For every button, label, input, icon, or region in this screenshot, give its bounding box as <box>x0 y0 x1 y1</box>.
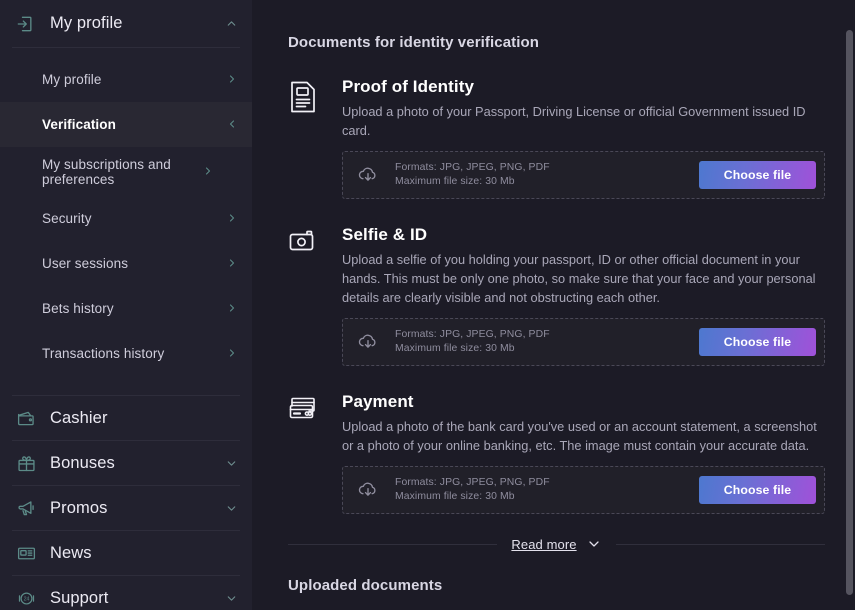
sidebar-item-news[interactable]: News <box>0 531 252 575</box>
chevron-right-icon <box>226 347 240 361</box>
read-more-row: Read more <box>288 536 825 552</box>
document-body: Payment Upload a photo of the bank card … <box>328 392 825 514</box>
chevron-down-icon[interactable] <box>225 457 238 470</box>
chevron-right-icon <box>226 73 240 87</box>
cloud-upload-icon <box>357 164 383 186</box>
upload-max-size: Maximum file size: 30 Mb <box>395 343 515 354</box>
document-photo-icon <box>288 77 328 199</box>
document-description: Upload a photo of your Passport, Driving… <box>342 104 806 138</box>
upload-meta: Formats: JPG, JPEG, PNG, PDF Maximum fil… <box>383 161 699 189</box>
choose-file-button[interactable]: Choose file <box>699 476 816 504</box>
sidebar-item-label: News <box>50 543 92 562</box>
document-body: Proof of Identity Upload a photo of your… <box>328 77 825 199</box>
sidebar-item-user-sessions[interactable]: User sessions <box>0 241 252 286</box>
upload-max-size: Maximum file size: 30 Mb <box>395 176 515 187</box>
scrollbar-thumb[interactable] <box>846 30 853 595</box>
read-more-button[interactable]: Read more <box>497 536 615 552</box>
upload-dropzone[interactable]: Formats: JPG, JPEG, PNG, PDF Maximum fil… <box>342 151 825 199</box>
sidebar-item-label: My subscriptions and preferences <box>42 156 171 187</box>
page-title: Documents for identity verification <box>288 34 540 51</box>
sidebar-item-bonuses[interactable]: Bonuses <box>0 441 252 485</box>
chevron-right-icon <box>226 257 240 271</box>
sidebar-item-label: Cashier <box>50 408 108 427</box>
document-section-payment: Payment Upload a photo of the bank card … <box>288 366 825 514</box>
document-title: Payment <box>342 392 414 411</box>
sidebar-item-my-subscriptions[interactable]: My subscriptions and preferences <box>0 147 252 196</box>
chevron-down-icon[interactable] <box>225 502 238 515</box>
sidebar-item-label: User sessions <box>42 256 129 271</box>
document-section-proof-of-identity: Proof of Identity Upload a photo of your… <box>288 51 825 199</box>
sidebar-item-security[interactable]: Security <box>0 196 252 241</box>
cloud-upload-icon <box>357 479 383 501</box>
upload-meta: Formats: JPG, JPEG, PNG, PDF Maximum fil… <box>383 476 699 504</box>
gift-icon <box>14 451 38 475</box>
cloud-upload-icon <box>357 331 383 353</box>
document-title: Proof of Identity <box>342 77 475 96</box>
chevron-right-icon <box>226 212 240 226</box>
document-title: Selfie & ID <box>342 225 428 244</box>
chevron-down-icon <box>586 536 602 552</box>
sidebar-item-transactions-history[interactable]: Transactions history <box>0 331 252 376</box>
sidebar-item-label: Support <box>50 588 109 607</box>
document-section-selfie-and-id: Selfie & ID Upload a selfie of you holdi… <box>288 199 825 366</box>
sidebar-item-my-profile[interactable]: My profile <box>0 57 252 102</box>
choose-file-button[interactable]: Choose file <box>699 328 816 356</box>
main-content: Documents for identity verification Proo… <box>252 0 855 610</box>
sidebar-item-label: Security <box>42 211 92 226</box>
credit-cards-icon <box>288 392 328 514</box>
sidebar-item-bets-history[interactable]: Bets history <box>0 286 252 331</box>
login-box-icon <box>14 13 36 35</box>
sidebar-item-label: Bets history <box>42 301 114 316</box>
wallet-icon <box>14 406 38 430</box>
sidebar-item-verification[interactable]: Verification <box>0 102 252 147</box>
camera-icon <box>288 225 328 366</box>
document-description: Upload a selfie of you holding your pass… <box>342 252 816 305</box>
sidebar-item-label: My profile <box>42 72 102 87</box>
upload-meta: Formats: JPG, JPEG, PNG, PDF Maximum fil… <box>383 328 699 356</box>
sidebar-item-label: Transactions history <box>42 346 165 361</box>
upload-formats: Formats: JPG, JPEG, PNG, PDF <box>395 477 550 488</box>
upload-formats: Formats: JPG, JPEG, PNG, PDF <box>395 162 550 173</box>
upload-dropzone[interactable]: Formats: JPG, JPEG, PNG, PDF Maximum fil… <box>342 466 825 514</box>
scrollbar-track[interactable] <box>844 0 855 610</box>
support-24-icon: 24 <box>14 586 38 610</box>
upload-max-size: Maximum file size: 30 Mb <box>395 491 515 502</box>
sidebar-item-label: Promos <box>50 498 108 517</box>
divider <box>615 543 825 545</box>
chevron-up-icon[interactable] <box>225 17 238 30</box>
choose-file-button[interactable]: Choose file <box>699 161 816 189</box>
divider <box>12 47 240 48</box>
svg-text:24: 24 <box>23 596 29 602</box>
sidebar: My profile My profile Verification My su… <box>0 0 252 610</box>
sidebar-header-label: My profile <box>50 14 123 32</box>
chevron-down-icon[interactable] <box>225 592 238 605</box>
news-icon <box>14 541 38 565</box>
sidebar-item-cashier[interactable]: Cashier <box>0 396 252 440</box>
chevron-left-icon <box>226 118 240 132</box>
sidebar-item-label: Bonuses <box>50 453 115 472</box>
sidebar-header-my-profile[interactable]: My profile <box>0 0 252 47</box>
document-body: Selfie & ID Upload a selfie of you holdi… <box>328 225 825 366</box>
upload-formats: Formats: JPG, JPEG, PNG, PDF <box>395 329 550 340</box>
read-more-label: Read more <box>511 536 577 552</box>
divider <box>288 543 498 545</box>
app-root: My profile My profile Verification My su… <box>0 0 855 610</box>
document-description: Upload a photo of the bank card you've u… <box>342 419 817 453</box>
megaphone-icon <box>14 496 38 520</box>
chevron-right-icon <box>226 302 240 316</box>
sidebar-item-support[interactable]: 24 Support <box>0 576 252 610</box>
sidebar-item-promos[interactable]: Promos <box>0 486 252 530</box>
sidebar-item-label: Verification <box>42 117 116 132</box>
upload-dropzone[interactable]: Formats: JPG, JPEG, PNG, PDF Maximum fil… <box>342 318 825 366</box>
uploaded-documents-title: Uploaded documents <box>288 577 443 594</box>
chevron-right-icon <box>202 165 216 179</box>
